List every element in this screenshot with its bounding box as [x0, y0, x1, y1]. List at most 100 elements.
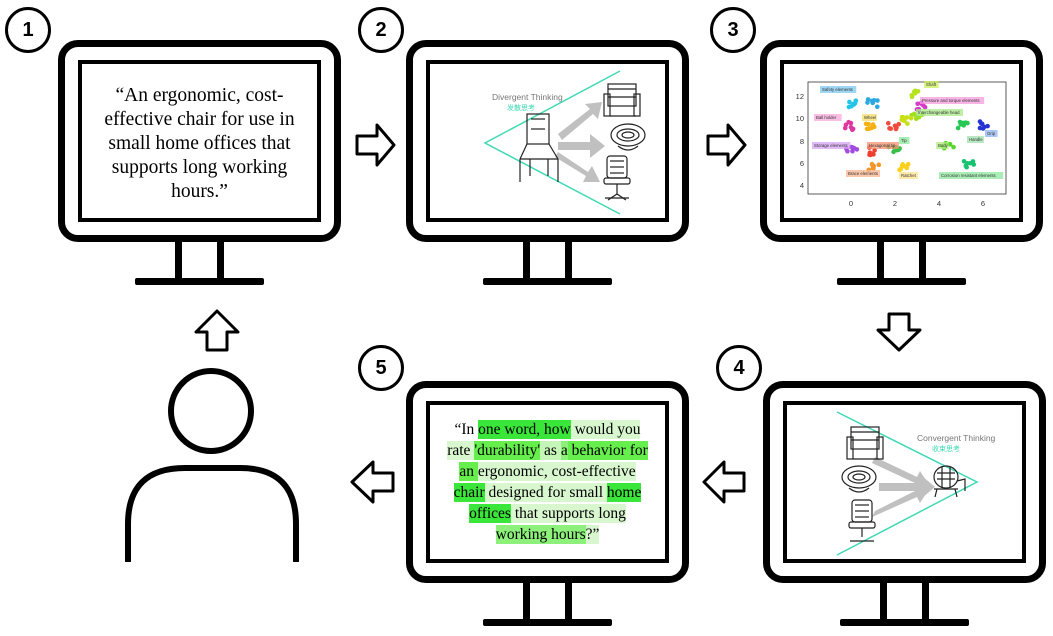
cluster-point	[898, 166, 904, 172]
cluster-point	[985, 123, 990, 129]
cluster-point	[875, 98, 880, 103]
highlighted-token: chair	[453, 483, 485, 502]
cluster-point	[955, 125, 961, 131]
convergent-title: Convergent Thinking	[917, 433, 996, 443]
cluster-point	[964, 164, 969, 170]
ytick: 12	[796, 92, 804, 101]
papasan-chair-icon	[610, 123, 646, 151]
convergent-subtitle: 收束思考	[932, 444, 960, 453]
highlighted-token: designed for small	[484, 483, 607, 502]
svg-text:Grip: Grip	[987, 131, 996, 136]
cluster-point	[869, 125, 874, 131]
divergent-title: Divergent Thinking	[492, 92, 563, 102]
cluster-point	[893, 126, 899, 132]
highlighted-token: ?”	[585, 525, 600, 544]
papasan-chair-icon	[841, 465, 877, 493]
step-3-badge: 3	[710, 7, 756, 53]
diverging-arrows-icon	[555, 102, 605, 182]
xtick: 4	[937, 199, 941, 208]
cluster-label: Hexagonal tip	[867, 142, 899, 149]
highlighted-token: as	[540, 441, 561, 460]
cluster-label: Grip	[985, 130, 998, 137]
cluster-label: Interchangeable head	[916, 109, 963, 116]
cluster-label: Body	[936, 142, 949, 149]
cluster-point	[870, 163, 876, 169]
user-icon	[125, 368, 299, 562]
monitor-1: “An ergonomic, cost-effective chair for …	[58, 40, 341, 285]
cluster-point	[847, 99, 852, 105]
svg-text:Handle: Handle	[969, 137, 983, 142]
cluster-point	[961, 123, 967, 128]
svg-text:Corrosion resistant elements: Corrosion resistant elements	[941, 173, 996, 178]
arrow-left-icon	[702, 460, 746, 504]
cluster-point	[854, 147, 860, 152]
cluster-point	[885, 120, 891, 126]
highlighted-token: ergonomic, cost-effective	[477, 462, 636, 481]
cluster-point	[978, 121, 984, 126]
cluster-plot: 12 10 8 6 4 0 2 4 6 Safety elements Shaft…	[796, 81, 1007, 208]
cluster-point	[863, 121, 869, 127]
result-chair-icon	[933, 465, 966, 498]
step-4-badge: 4	[716, 345, 762, 391]
convergent-illustration: Convergent Thinking 收束思考	[836, 411, 996, 556]
highlighted-token: working hours	[495, 525, 586, 544]
svg-text:Safety elements: Safety elements	[822, 87, 853, 92]
arrow-right-icon	[706, 123, 747, 167]
cluster-point	[904, 165, 910, 171]
convergent-screen: Convergent Thinking 收束思考	[783, 401, 1026, 563]
xtick: 6	[981, 199, 985, 208]
divergent-subtitle: 发散思考	[507, 103, 535, 112]
arrow-right-icon	[355, 123, 396, 167]
office-chair-icon	[848, 499, 876, 542]
cluster-point	[865, 100, 870, 105]
svg-text:Tip: Tip	[901, 138, 907, 143]
monitor-4: Convergent Thinking 收束思考	[763, 381, 1046, 626]
cluster-point	[876, 162, 882, 168]
step-5-badge: 5	[358, 345, 404, 391]
cluster-point	[870, 100, 876, 106]
svg-text:Storage elements: Storage elements	[814, 143, 848, 148]
office-chair-icon	[603, 155, 631, 201]
cluster-point	[853, 98, 859, 103]
cluster-label: Shaft	[924, 81, 939, 88]
step-1-badge: 1	[5, 7, 51, 53]
cluster-point	[971, 162, 977, 167]
cluster-label: Safety elements	[820, 86, 857, 93]
cluster-point	[888, 126, 894, 131]
cluster-point	[849, 103, 854, 109]
prompt-text: “An ergonomic, cost-effective chair for …	[104, 85, 295, 202]
cluster-label: Storage elements	[812, 142, 851, 149]
highlighted-token: one word, how	[478, 420, 571, 439]
svg-text:Pressure and torque elements: Pressure and torque elements	[922, 98, 980, 103]
cluster-point	[961, 159, 967, 164]
cluster-point	[977, 125, 983, 131]
cluster-screen: 12 10 8 6 4 0 2 4 6 Safety elements Shaft…	[780, 60, 1023, 222]
arrow-left-icon	[350, 460, 395, 504]
rephrased-screen: “In one word, how would you rate 'durabi…	[426, 401, 669, 563]
arrow-down-icon	[876, 312, 922, 352]
ytick: 4	[800, 181, 804, 190]
cluster-point	[911, 111, 917, 117]
prompt-screen: “An ergonomic, cost-effective chair for …	[78, 60, 321, 222]
cluster-point	[874, 104, 880, 110]
highlighted-token: that supports long	[510, 504, 626, 523]
cluster-point	[899, 117, 905, 123]
svg-text:Body: Body	[938, 143, 949, 148]
cluster-point	[951, 144, 956, 150]
monitor-2: Divergent Thinking 发散思考	[406, 40, 689, 285]
xtick: 2	[893, 199, 897, 208]
ytick: 8	[800, 137, 804, 146]
cluster-point	[891, 149, 896, 155]
cluster-point	[845, 148, 850, 154]
monitor-5: “In one word, how would you rate 'durabi…	[406, 381, 689, 626]
cluster-label: Tip	[899, 137, 910, 144]
armchair-icon	[846, 426, 884, 460]
divergent-screen: Divergent Thinking 发散思考	[426, 60, 669, 222]
divergent-illustration: Divergent Thinking 发散思考	[483, 70, 646, 215]
svg-text:Interchangeable head: Interchangeable head	[918, 110, 960, 115]
svg-text:Wheel: Wheel	[864, 115, 876, 120]
highlighted-token: 'durability'	[474, 441, 541, 460]
cluster-point	[869, 151, 874, 156]
svg-text:Hexagonal tip: Hexagonal tip	[869, 143, 896, 148]
svg-text:Shaft: Shaft	[926, 82, 937, 87]
